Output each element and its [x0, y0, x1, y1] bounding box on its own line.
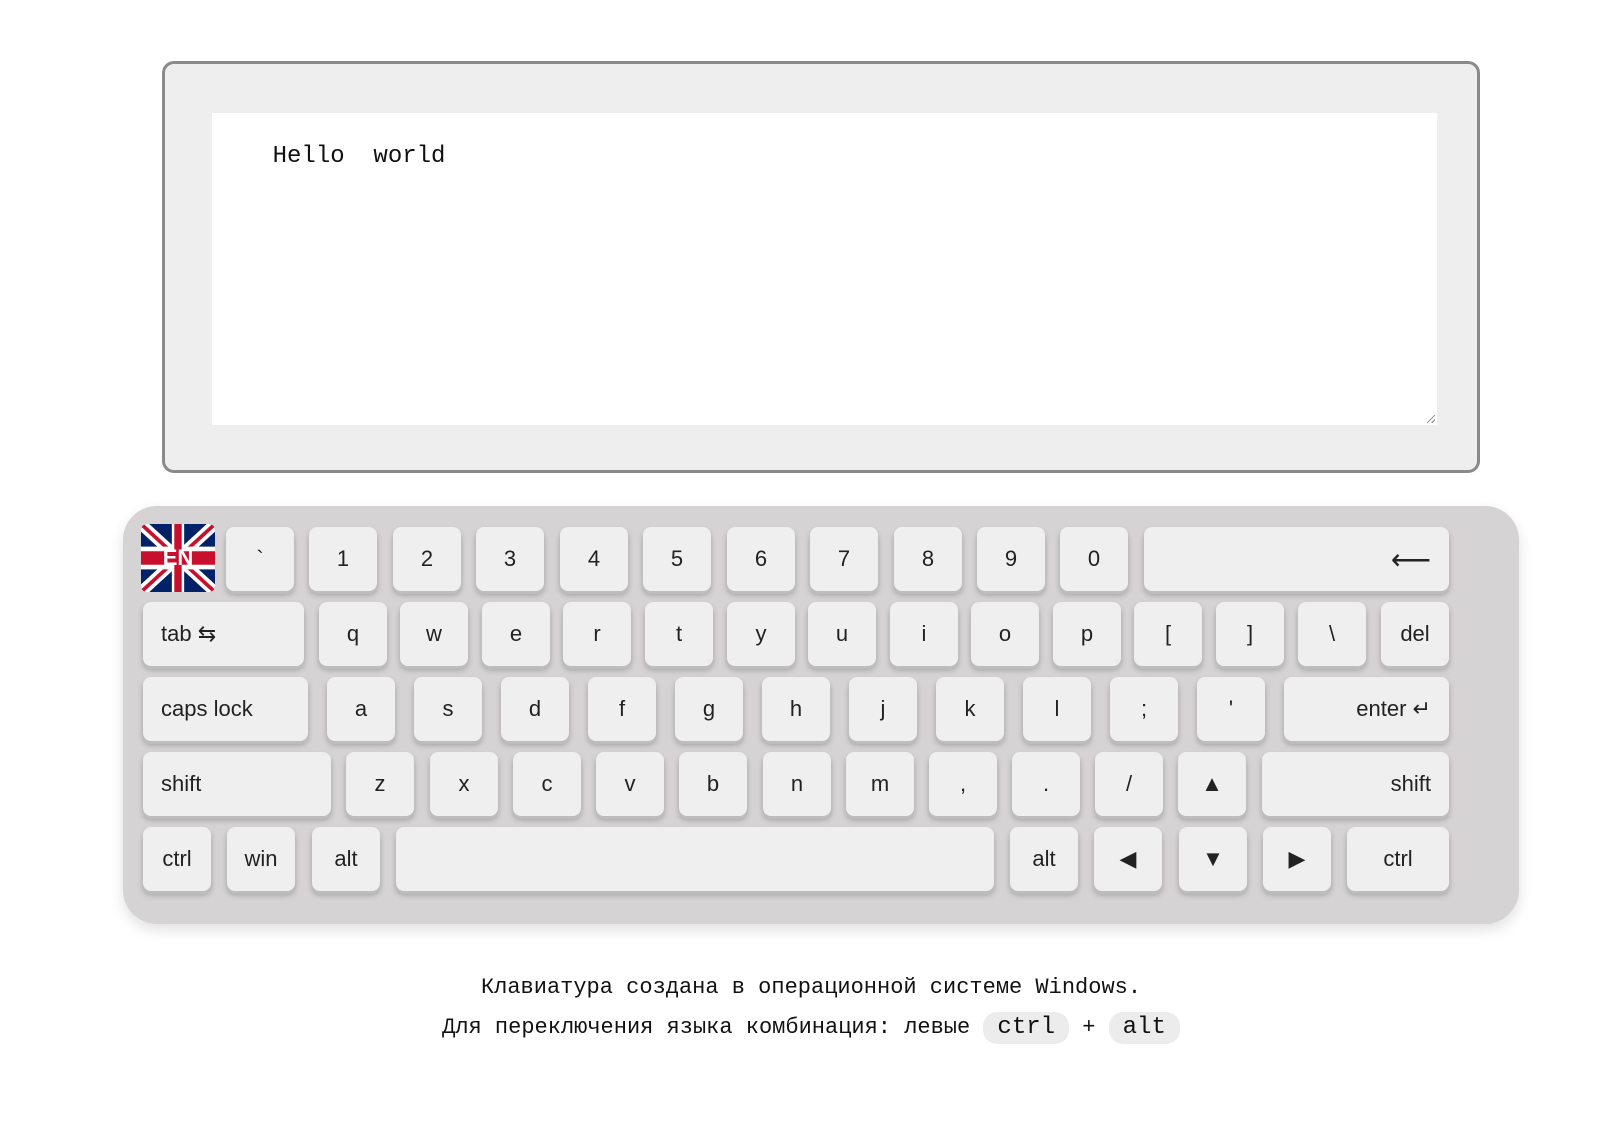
- footer-note-line1: Клавиатура создана в операционной систем…: [480, 975, 1142, 1000]
- key-e[interactable]: e: [482, 602, 550, 666]
- key-left-bracket[interactable]: [: [1134, 602, 1202, 666]
- key-o[interactable]: o: [971, 602, 1039, 666]
- key-backslash[interactable]: \: [1298, 602, 1366, 666]
- key-del[interactable]: del: [1381, 602, 1449, 666]
- key-quote[interactable]: ': [1197, 677, 1265, 741]
- key-m[interactable]: m: [846, 752, 914, 816]
- key-arrow-right[interactable]: ▶: [1263, 827, 1331, 891]
- key-period[interactable]: .: [1012, 752, 1080, 816]
- key-g[interactable]: g: [675, 677, 743, 741]
- key-backspace[interactable]: ⟵: [1144, 527, 1449, 591]
- key-y[interactable]: y: [727, 602, 795, 666]
- key-d[interactable]: d: [501, 677, 569, 741]
- key-w[interactable]: w: [400, 602, 468, 666]
- key-ctrl-right[interactable]: ctrl: [1347, 827, 1449, 891]
- resize-grip-icon[interactable]: [1427, 415, 1435, 423]
- key-u[interactable]: u: [808, 602, 876, 666]
- key-q[interactable]: q: [319, 602, 387, 666]
- key-shift-left[interactable]: shift: [143, 752, 331, 816]
- kbd-plus: +: [1082, 1015, 1096, 1040]
- footer-note-line2: Для переключения языка комбинация: левые…: [0, 1012, 1622, 1044]
- footer-note-text: Для переключения языка комбинация: левые: [442, 1015, 984, 1040]
- key-k[interactable]: k: [936, 677, 1004, 741]
- key-7[interactable]: 7: [810, 527, 878, 591]
- editor-text: Hello world: [272, 143, 446, 170]
- key-tab[interactable]: tab ⇆: [143, 602, 304, 666]
- key-i[interactable]: i: [890, 602, 958, 666]
- key-4[interactable]: 4: [560, 527, 628, 591]
- key-s[interactable]: s: [414, 677, 482, 741]
- key-8[interactable]: 8: [894, 527, 962, 591]
- key-3[interactable]: 3: [476, 527, 544, 591]
- kbd-alt: alt: [1108, 1012, 1180, 1044]
- key-f[interactable]: f: [588, 677, 656, 741]
- key-0[interactable]: 0: [1060, 527, 1128, 591]
- language-label: EN: [162, 545, 194, 570]
- key-arrow-down[interactable]: ▼: [1179, 827, 1247, 891]
- kbd-ctrl: ctrl: [983, 1012, 1070, 1044]
- key-win[interactable]: win: [227, 827, 295, 891]
- key-x[interactable]: x: [430, 752, 498, 816]
- key-2[interactable]: 2: [393, 527, 461, 591]
- key-slash[interactable]: /: [1095, 752, 1163, 816]
- key-right-bracket[interactable]: ]: [1216, 602, 1284, 666]
- key-v[interactable]: v: [596, 752, 664, 816]
- key-arrow-left[interactable]: ◀: [1094, 827, 1162, 891]
- key-comma[interactable]: ,: [929, 752, 997, 816]
- key-9[interactable]: 9: [977, 527, 1045, 591]
- key-j[interactable]: j: [849, 677, 917, 741]
- key-z[interactable]: z: [346, 752, 414, 816]
- key-h[interactable]: h: [762, 677, 830, 741]
- key-p[interactable]: p: [1053, 602, 1121, 666]
- key-l[interactable]: l: [1023, 677, 1091, 741]
- key-6[interactable]: 6: [727, 527, 795, 591]
- editor-frame: Hello world: [162, 61, 1480, 473]
- key-space[interactable]: [396, 827, 994, 891]
- key-t[interactable]: t: [645, 602, 713, 666]
- key-5[interactable]: 5: [643, 527, 711, 591]
- key-b[interactable]: b: [679, 752, 747, 816]
- language-flag-button[interactable]: EN: [141, 524, 215, 592]
- key-ctrl-left[interactable]: ctrl: [143, 827, 211, 891]
- key-alt-right[interactable]: alt: [1010, 827, 1078, 891]
- key-shift-right[interactable]: shift: [1262, 752, 1449, 816]
- key-r[interactable]: r: [563, 602, 631, 666]
- key-arrow-up[interactable]: ▲: [1178, 752, 1246, 816]
- key-alt-left[interactable]: alt: [312, 827, 380, 891]
- key-caps-lock[interactable]: caps lock: [143, 677, 308, 741]
- virtual-keyboard: EN ` 1 2 3 4 5 6 7 8 9 0 ⟵ tab ⇆ q w e r…: [123, 506, 1519, 924]
- text-editor[interactable]: Hello world: [212, 113, 1437, 425]
- key-c[interactable]: c: [513, 752, 581, 816]
- key-backtick[interactable]: `: [226, 527, 294, 591]
- key-1[interactable]: 1: [309, 527, 377, 591]
- key-a[interactable]: a: [327, 677, 395, 741]
- key-enter[interactable]: enter ↵: [1284, 677, 1449, 741]
- key-n[interactable]: n: [763, 752, 831, 816]
- key-semicolon[interactable]: ;: [1110, 677, 1178, 741]
